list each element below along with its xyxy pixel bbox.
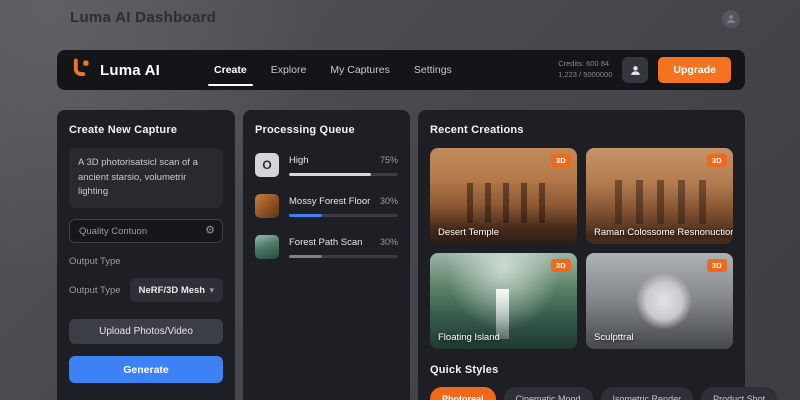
tab-create[interactable]: Create [208,50,253,90]
card-title: Desert Temple [438,227,500,238]
queue-item[interactable]: Forest Path Scan 30% [255,235,398,259]
quality-input[interactable] [69,219,223,244]
recent-creations-panel: Recent Creations 3D Desert Temple 3D Ram… [418,110,778,400]
tab-explore[interactable]: Explore [271,50,307,90]
recent-creations-grid: 3D Desert Temple 3D Raman Colossome Resn… [430,148,733,349]
creation-card-sculptural[interactable]: 3D Sculpttral [586,253,733,349]
creation-card-roman-colosseum[interactable]: 3D Raman Colossome Resnonuction [586,148,733,244]
creation-card-floating-island[interactable]: 3D Floating Island [430,253,577,349]
upgrade-button[interactable]: Upgrade [658,57,731,83]
progress-bar [289,214,398,217]
progress-fill [289,214,322,217]
processing-queue-panel: Processing Queue O High 75% Mossy Forest… [243,110,410,400]
generate-button[interactable]: Generate [69,356,223,384]
output-type-row-label: Output Type [69,284,121,296]
quality-field-wrap: ⚙ [69,219,223,244]
queue-item-name: Forest Path Scan [289,237,363,248]
card-badge: 3D [550,259,571,272]
create-new-capture-panel: Create New Capture A 3D photorisatsicl s… [57,110,235,400]
quick-styles-title: Quick Styles [430,364,499,376]
account-avatar[interactable] [622,57,649,83]
nav-links: Create Explore My Captures Settings [208,50,452,90]
card-title: Raman Colossome Resnonuction [594,227,733,238]
queue-item-name: High [289,155,309,166]
app-navbar: Luma AI Create Explore My Captures Setti… [57,50,745,90]
queue-panel-title: Processing Queue [255,124,355,136]
credits-display: Credits: 600 84 1,223 / 5000000 [558,59,612,81]
credits-line2: 1,223 / 5000000 [558,70,613,79]
style-chip-isometric[interactable]: Isometric Render [600,387,694,400]
style-chip-cinematic[interactable]: Cinematic Mood [503,387,593,400]
queue-item[interactable]: O High 75% [255,153,398,177]
queue-item[interactable]: Mossy Forest Floor 30% [255,194,398,218]
style-chip-photoreal[interactable]: Photoreal [430,387,496,400]
style-chip-product[interactable]: Product Shot [701,387,778,400]
output-type-select[interactable]: NeRF/3D Mesh ▾ [129,278,223,303]
nav-right: Credits: 600 84 1,223 / 5000000 Upgrade [558,57,731,83]
output-type-row: Output Type NeRF/3D Mesh ▾ [69,278,223,303]
user-avatar-icon[interactable] [722,10,740,28]
progress-bar [289,173,398,176]
card-title: Floating Island [438,332,500,343]
quick-styles-row: Photoreal Cinematic Mood Isometric Rende… [430,387,778,400]
creation-card-desert-temple[interactable]: 3D Desert Temple [430,148,577,244]
card-badge: 3D [706,259,727,272]
output-type-value: NeRF/3D Mesh [138,284,206,296]
upload-photos-video-button[interactable]: Upload Photos/Video [69,319,223,345]
create-panel-title: Create New Capture [69,124,178,136]
chevron-down-icon: ▾ [209,284,214,295]
progress-fill [289,173,371,176]
page-title: Luma AI Dashboard [70,9,217,26]
card-badge: 3D [550,154,571,167]
card-title: Sculpttral [594,332,634,343]
desktop-background: Luma AI Dashboard Luma AI Create Explore… [0,0,800,400]
progress-bar [289,255,398,258]
prompt-textarea[interactable]: A 3D photorisatsicl scan of a ancient st… [69,148,223,209]
desktop-top-icons [690,10,740,28]
recent-panel-title: Recent Creations [430,124,524,136]
credits-line1: Credits: 600 84 [558,59,610,69]
object-thumbnail-icon: O [255,153,279,177]
queue-item-progress-value: 75% [379,155,398,165]
brand-name: Luma AI [100,61,161,79]
tab-my-captures[interactable]: My Captures [330,50,390,90]
card-badge: 3D [706,154,727,167]
output-type-label: Output Type [69,256,121,268]
luma-logo-icon [71,57,92,83]
forest-path-thumbnail [255,235,279,259]
brand[interactable]: Luma AI [71,57,160,83]
tab-settings[interactable]: Settings [414,50,452,90]
mossy-forest-thumbnail [255,194,279,218]
queue-item-progress-value: 30% [379,237,398,247]
progress-fill [289,255,322,258]
queue-item-name: Mossy Forest Floor [289,196,371,207]
gear-icon[interactable]: ⚙ [205,225,215,237]
queue-item-progress-value: 30% [379,196,398,206]
bell-icon[interactable] [690,10,708,28]
